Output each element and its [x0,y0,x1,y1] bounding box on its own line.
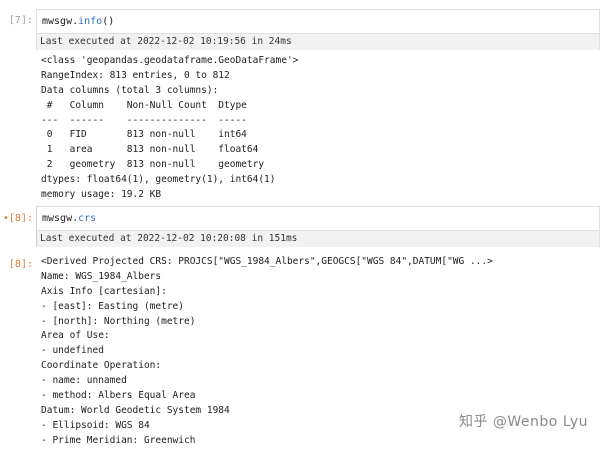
code-object: mwsgw. [42,213,79,224]
cell-7-output: <class 'geopandas.geodataframe.GeoDataFr… [41,54,596,203]
cell-8-code[interactable]: mwsgw.crs [37,207,599,231]
cell-8-exec-status: Last executed at 2022-12-02 10:20:08 in … [37,231,599,247]
output-line: dtypes: float64(1), geometry(1), int64(1… [41,174,276,186]
output-line: --- ------ -------------- ----- [41,114,247,126]
cell-7-input[interactable]: mwsgw.info() Last executed at 2022-12-02… [36,9,600,50]
output-line: RangeIndex: 813 entries, 0 to 812 [41,69,230,81]
output-line: Axis Info [cartesian]: [41,285,167,297]
output-line: Area of Use: [41,330,110,342]
code-call: () [102,16,115,27]
output-line: - undefined [41,345,104,357]
output-line: - name: unnamed [41,375,127,387]
output-line: Coordinate Operation: [41,360,162,372]
cell-8-input-prompt: •[8]: [2,213,33,224]
code-attribute: crs [78,213,97,224]
cell-7-input-prompt: [7]: [8,15,33,26]
output-line: <class 'geopandas.geodataframe.GeoDataFr… [41,55,299,66]
code-method: info [78,16,103,27]
cell-7-exec-status: Last executed at 2022-12-02 10:19:56 in … [37,34,599,50]
output-line: # Column Non-Null Count Dtype [41,99,247,111]
output-line: 0 FID 813 non-null int64 [41,129,247,141]
output-line: - method: Albers Equal Area [41,390,196,402]
output-line: 1 area 813 non-null float64 [41,144,259,156]
watermark: 知乎 @Wenbo Lyu [458,414,588,430]
cell-8-input[interactable]: mwsgw.crs Last executed at 2022-12-02 10… [36,206,600,247]
output-line: - [east]: Easting (metre) [41,300,184,312]
cell-8-output-prompt: [8]: [8,259,33,270]
output-line: Name: WGS_1984_Albers [41,270,162,282]
output-line: <Derived Projected CRS: PROJCS["WGS_1984… [41,256,493,267]
output-line: - Prime Meridian: Greenwich [41,434,196,446]
output-line: memory usage: 19.2 KB [41,189,162,201]
output-line: 2 geometry 813 non-null geometry [41,159,265,171]
output-line: Data columns (total 3 columns): [41,84,219,96]
cell-7-code[interactable]: mwsgw.info() [37,10,599,34]
output-line: - [north]: Northing (metre) [41,315,196,327]
code-object: mwsgw. [42,16,79,27]
